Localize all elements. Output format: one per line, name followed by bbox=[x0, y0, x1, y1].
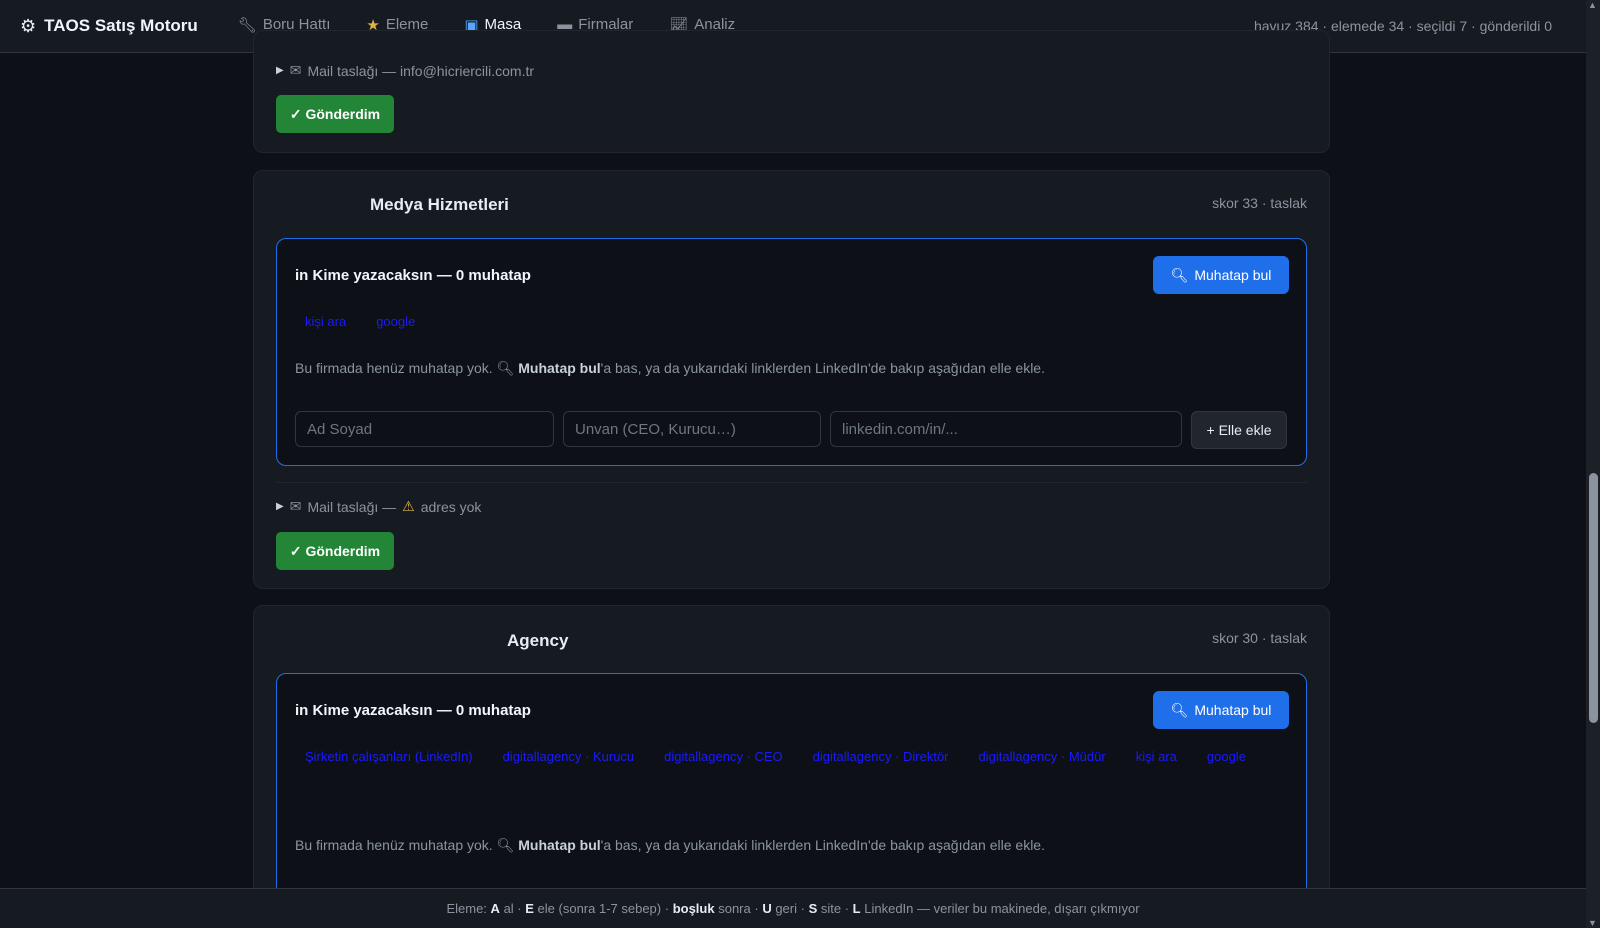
title-input[interactable] bbox=[563, 411, 821, 447]
app-title: TAOS Satış Motoru bbox=[44, 16, 198, 35]
wrench-icon: 🔧︎ bbox=[237, 16, 257, 34]
mail-draft-label: Mail taslağı — bbox=[307, 498, 397, 515]
scroll-up-icon[interactable]: ▲ bbox=[1588, 0, 1597, 10]
mail-draft-toggle[interactable]: ▶ ✉ Mail taslağı — ⚠ adres yok bbox=[276, 498, 481, 515]
hint-text: 'a bas, ya da yukarıdaki linklerden Link… bbox=[600, 837, 1045, 853]
mail-icon: ✉ bbox=[289, 62, 302, 78]
app-brand[interactable]: ⚙ TAOS Satış Motoru bbox=[0, 16, 198, 37]
company-card: Medya Hizmetleri skor 33 · taslak in Kim… bbox=[253, 170, 1330, 589]
company-name: Medya Hizmetleri bbox=[370, 195, 509, 214]
contact-panel: in Kime yazacaksın — 0 muhatap 🔍︎ Muhata… bbox=[276, 238, 1307, 466]
company-card: Agency skor 30 · taslak in Kime yazacaks… bbox=[253, 605, 1330, 928]
sent-button[interactable]: ✓ Gönderdim bbox=[276, 532, 394, 570]
footer-text: LinkedIn — veriler bu makinede, dışarı ç… bbox=[864, 901, 1140, 916]
footer-text: Eleme: A al · E ele (sonra 1-7 sebep) · … bbox=[446, 901, 1139, 916]
contact-panel-title: in Kime yazacaksın — 0 muhatap bbox=[295, 702, 531, 719]
footer-text: Eleme: bbox=[446, 901, 487, 916]
footer-text: site · bbox=[820, 901, 850, 916]
find-contact-label: Muhatap bul bbox=[1194, 702, 1272, 718]
hint-text: Bu firmada henüz muhatap yok. bbox=[295, 360, 493, 376]
scrollbar-thumb[interactable] bbox=[1589, 473, 1598, 723]
sent-button[interactable]: ✓ Gönderdim bbox=[276, 95, 394, 133]
hint-text: 'a bas, ya da yukarıdaki linklerden Link… bbox=[600, 360, 1045, 376]
contact-panel-title: in Kime yazacaksın — 0 muhatap bbox=[295, 267, 531, 284]
footer-text: geri · bbox=[775, 901, 805, 916]
find-contact-label: Muhatap bul bbox=[1194, 267, 1272, 283]
scroll-down-icon[interactable]: ▼ bbox=[1588, 918, 1597, 928]
company-card: ▶ ✉ Mail taslağı — info@hicriercili.com.… bbox=[253, 30, 1330, 153]
link-kisi-ara[interactable]: kişi ara bbox=[295, 301, 356, 342]
gear-icon: ⚙ bbox=[20, 15, 37, 36]
link-kisi-ara[interactable]: kişi ara bbox=[1126, 736, 1187, 777]
link-google[interactable]: google bbox=[366, 301, 425, 342]
mail-warning-label: adres yok bbox=[420, 498, 482, 515]
search-icon: 🔍︎ bbox=[1170, 266, 1189, 283]
footer-text: al · bbox=[503, 901, 522, 916]
shortcut-key: boşluk bbox=[672, 901, 715, 916]
footer-text: sonra · bbox=[718, 901, 759, 916]
link-ceo[interactable]: digitallagency · CEO bbox=[654, 736, 793, 777]
find-contact-button[interactable]: 🔍︎ Muhatap bul bbox=[1153, 256, 1289, 294]
shortcut-key: L bbox=[852, 901, 861, 916]
caret-right-icon: ▶ bbox=[276, 501, 284, 512]
page-scrollbar[interactable]: ▲ ▼ bbox=[1586, 0, 1600, 928]
search-icon: 🔍︎ bbox=[496, 360, 515, 376]
footer-text: ele (sonra 1-7 sebep) · bbox=[537, 901, 670, 916]
hint-text: Bu firmada henüz muhatap yok. bbox=[295, 837, 493, 853]
mail-draft-toggle[interactable]: ▶ ✉ Mail taslağı — info@hicriercili.com.… bbox=[276, 62, 534, 79]
mail-icon: ✉ bbox=[289, 498, 302, 514]
name-input[interactable] bbox=[295, 411, 554, 447]
search-icon: 🔍︎ bbox=[1170, 701, 1189, 718]
shortcut-key: E bbox=[525, 901, 534, 916]
link-direktor[interactable]: digitallagency · Direktör bbox=[803, 736, 959, 777]
link-mudur[interactable]: digitallagency · Müdür bbox=[969, 736, 1116, 777]
score-badge: skor 30 · taslak bbox=[1212, 630, 1307, 646]
search-icon: 🔍︎ bbox=[496, 837, 515, 853]
no-contact-hint: Bu firmada henüz muhatap yok. 🔍︎ Muhatap… bbox=[295, 837, 1045, 854]
company-name: Agency bbox=[507, 631, 569, 650]
warning-icon: ⚠ bbox=[402, 498, 415, 514]
link-company-employees[interactable]: Şirketin çalışanları (LinkedIn) bbox=[295, 736, 483, 777]
manual-add-row: + Elle ekle bbox=[295, 411, 1289, 449]
link-kurucu[interactable]: digitallagency · Kurucu bbox=[493, 736, 645, 777]
hint-bold: Muhatap bul bbox=[518, 360, 601, 376]
shortcut-key: U bbox=[762, 901, 772, 916]
score-badge: skor 33 · taslak bbox=[1212, 195, 1307, 211]
mail-draft-label: Mail taslağı — info@hicriercili.com.tr bbox=[307, 62, 535, 79]
search-links: kişi ara google bbox=[295, 301, 1288, 342]
manual-add-button[interactable]: + Elle ekle bbox=[1191, 411, 1287, 449]
shortcut-key: A bbox=[490, 901, 500, 916]
caret-right-icon: ▶ bbox=[276, 65, 284, 76]
search-links: Şirketin çalışanları (LinkedIn) digitalla… bbox=[295, 736, 1288, 777]
linkedin-input[interactable] bbox=[830, 411, 1182, 447]
hint-bold: Muhatap bul bbox=[518, 837, 601, 853]
find-contact-button[interactable]: 🔍︎ Muhatap bul bbox=[1153, 691, 1289, 729]
divider bbox=[276, 482, 1307, 483]
no-contact-hint: Bu firmada henüz muhatap yok. 🔍︎ Muhatap… bbox=[295, 360, 1045, 377]
shortcut-footer: Eleme: A al · E ele (sonra 1-7 sebep) · … bbox=[0, 888, 1586, 928]
link-google[interactable]: google bbox=[1197, 736, 1256, 777]
shortcut-key: S bbox=[808, 901, 818, 916]
